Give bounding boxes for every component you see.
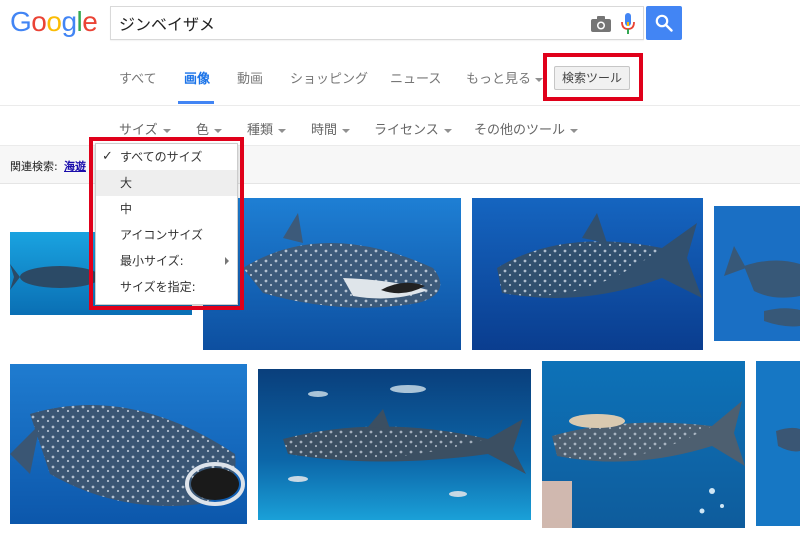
search-button[interactable] — [646, 6, 682, 40]
search-icon — [655, 14, 673, 32]
tab-news[interactable]: ニュース — [390, 68, 441, 87]
chevron-down-icon — [162, 128, 171, 133]
shark-photo — [714, 206, 800, 341]
image-result[interactable] — [542, 361, 745, 528]
related-search-link[interactable]: 海遊 — [64, 158, 86, 174]
filter-license-label: ライセンス — [374, 123, 439, 138]
filter-color[interactable]: 色 — [196, 119, 223, 138]
microphone-icon[interactable] — [621, 13, 635, 35]
camera-icon[interactable] — [591, 16, 611, 32]
shark-photo — [258, 369, 531, 520]
chevron-down-icon — [214, 128, 223, 133]
shark-photo — [542, 361, 745, 528]
chevron-down-icon — [342, 128, 351, 133]
tab-images[interactable]: 画像 — [184, 68, 210, 87]
highlight-box-tools — [543, 53, 643, 101]
chevron-down-icon — [535, 77, 544, 82]
highlight-box-menu — [89, 137, 244, 310]
image-result[interactable] — [258, 369, 531, 520]
image-result[interactable] — [714, 206, 800, 341]
tab-shopping[interactable]: ショッピング — [290, 68, 368, 87]
filter-license[interactable]: ライセンス — [374, 119, 452, 138]
active-tab-indicator — [178, 101, 214, 104]
search-input[interactable] — [119, 7, 579, 39]
tab-all[interactable]: すべて — [119, 68, 157, 87]
filter-type-label: 種類 — [247, 123, 274, 138]
tab-more[interactable]: もっと見る — [466, 68, 544, 87]
shark-photo — [472, 198, 703, 350]
chevron-down-icon — [443, 128, 452, 133]
tab-videos[interactable]: 動画 — [237, 68, 263, 87]
filter-size-label: サイズ — [119, 123, 158, 138]
shark-photo — [756, 361, 800, 526]
image-result[interactable] — [472, 198, 703, 350]
logo-letter: o — [46, 6, 62, 37]
logo-letter: o — [31, 6, 47, 37]
filter-type[interactable]: 種類 — [247, 119, 287, 138]
chevron-down-icon — [570, 128, 579, 133]
filter-other-tools[interactable]: その他のツール — [474, 119, 579, 138]
logo-letter: g — [61, 6, 77, 37]
header: Google — [0, 0, 800, 50]
logo-letter: e — [82, 6, 98, 37]
logo-letter: G — [10, 6, 32, 37]
filter-time[interactable]: 時間 — [311, 119, 351, 138]
filter-size[interactable]: サイズ — [119, 119, 171, 138]
image-result[interactable] — [10, 364, 247, 524]
image-result[interactable] — [756, 361, 800, 526]
search-box — [110, 6, 644, 40]
filter-other-tools-label: その他のツール — [474, 123, 566, 138]
search-tabs: すべて 画像 動画 ショッピング ニュース もっと見る — [0, 50, 800, 106]
tab-more-label: もっと見る — [466, 72, 532, 87]
filter-time-label: 時間 — [311, 123, 338, 138]
related-searches-label: 関連検索: — [10, 160, 58, 173]
chevron-down-icon — [278, 128, 287, 133]
google-logo[interactable]: Google — [10, 6, 98, 38]
filter-color-label: 色 — [196, 123, 210, 138]
shark-photo — [10, 364, 247, 524]
